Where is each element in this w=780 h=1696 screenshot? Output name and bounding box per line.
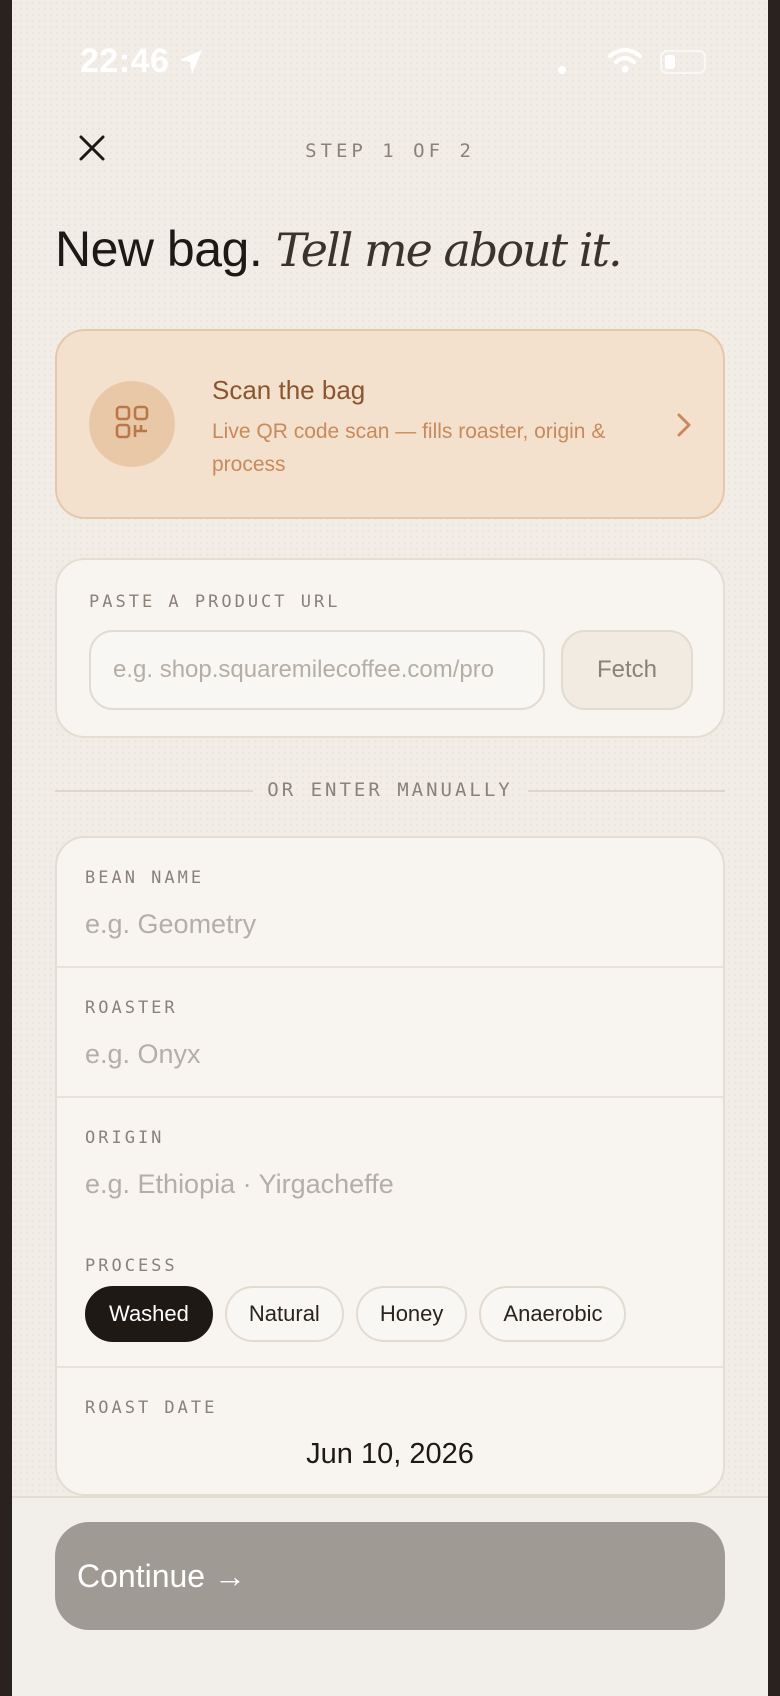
divider-line-right: [528, 790, 725, 792]
process-chip-washed[interactable]: Washed: [85, 1286, 213, 1342]
roaster-input[interactable]: [85, 1034, 685, 1074]
process-options: Washed Natural Honey Anaerobic: [85, 1286, 627, 1342]
scan-bag-card[interactable]: Scan the bag Live QR code scan — fills r…: [55, 329, 725, 519]
process-chip-anaerobic[interactable]: Anaerobic: [479, 1286, 627, 1342]
field-divider: [57, 966, 723, 968]
battery-icon: [660, 50, 706, 74]
roaster-label: ROASTER: [85, 998, 178, 1018]
roast-date-picker[interactable]: Jun 10, 2026: [57, 1438, 723, 1471]
scan-card-title: Scan the bag: [212, 375, 366, 405]
url-card: PASTE A PRODUCT URL Fetch: [55, 558, 725, 738]
qr-scan-icon: [114, 404, 150, 445]
screen: 22:46 STEP 1 OF 2 New bag. Tell me about…: [12, 0, 768, 1696]
origin-input[interactable]: [85, 1164, 685, 1204]
scan-icon-badge: [89, 381, 175, 467]
process-label: PROCESS: [85, 1256, 178, 1276]
location-arrow-icon: [178, 48, 204, 81]
bean-name-input[interactable]: [85, 904, 685, 944]
title-italic: Tell me about it.: [275, 223, 623, 277]
fetch-button[interactable]: Fetch: [561, 630, 693, 710]
continue-button[interactable]: Continue →: [55, 1522, 725, 1630]
process-chip-honey[interactable]: Honey: [355, 1286, 468, 1342]
chevron-right-icon: [675, 411, 693, 444]
product-url-input[interactable]: [89, 630, 545, 710]
field-divider: [57, 1096, 723, 1098]
process-chip-natural[interactable]: Natural: [224, 1286, 344, 1342]
bottom-bar: Continue →: [12, 1496, 768, 1696]
status-time: 22:46: [80, 42, 170, 80]
roast-date-label: ROAST DATE: [85, 1398, 218, 1418]
field-divider: [57, 1366, 723, 1368]
step-indicator: STEP 1 OF 2: [305, 140, 475, 162]
signal-icon: [558, 66, 566, 74]
scan-card-subtitle: Live QR code scan — fills roaster, origi…: [212, 420, 606, 476]
bean-name-label: BEAN NAME: [85, 868, 205, 888]
title-plain: New bag.: [55, 221, 263, 277]
wifi-icon: [608, 46, 642, 79]
page-title: New bag. Tell me about it.: [55, 220, 623, 278]
manual-form-card: BEAN NAME ROASTER ORIGIN PROCESS Washed …: [55, 836, 725, 1496]
url-label: PASTE A PRODUCT URL: [89, 592, 341, 612]
origin-label: ORIGIN: [85, 1128, 165, 1148]
